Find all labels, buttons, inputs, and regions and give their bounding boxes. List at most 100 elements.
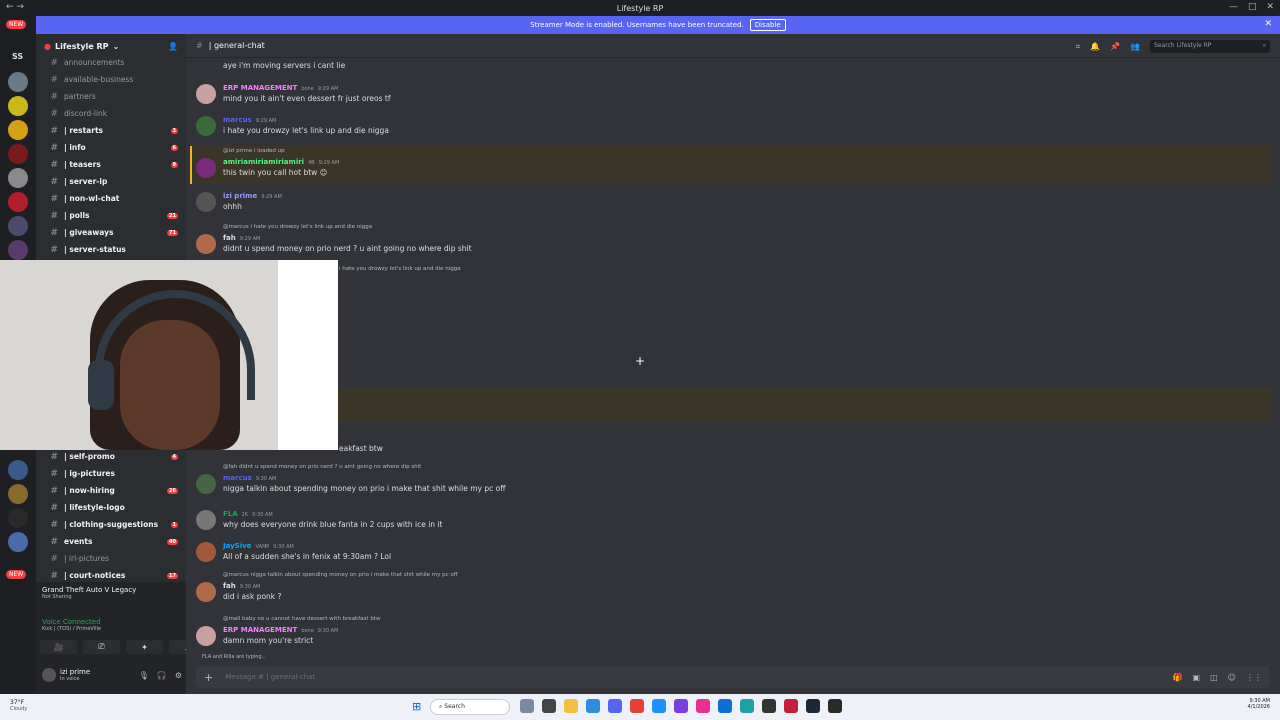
app-icon[interactable] (784, 699, 798, 713)
apps-icon[interactable]: ⋮⋮ (1246, 673, 1262, 682)
channel-item[interactable]: # | server-status (36, 241, 186, 258)
channel-item[interactable]: # | lifestyle-logo (36, 499, 186, 516)
steam-icon[interactable] (806, 699, 820, 713)
channel-item[interactable]: # announcements (36, 54, 186, 71)
channel-item[interactable]: # | ig-pictures (36, 465, 186, 482)
message-author[interactable]: izi prime 9:29 AM (223, 192, 282, 200)
channel-item[interactable]: # | giveaways 71 (36, 224, 186, 241)
screen-share-icon[interactable]: ⎚ (83, 640, 120, 654)
channel-item[interactable]: # | restarts 3 (36, 122, 186, 139)
chrome-icon[interactable] (630, 699, 644, 713)
channel-item[interactable]: # partners (36, 88, 186, 105)
server-icon[interactable] (8, 508, 28, 528)
app-icon[interactable] (652, 699, 666, 713)
reply-preview[interactable]: @marcus i hate you drowzy let's link up … (223, 224, 372, 230)
taskbar-search[interactable]: ⌕ Search (430, 699, 510, 715)
message-author[interactable]: amiriamiriamiriamiri 4B 9:29 AM (223, 158, 339, 166)
server-icon[interactable] (8, 460, 28, 480)
gear-icon[interactable]: ⚙ (175, 671, 182, 680)
channel-item[interactable]: # | clothing-suggestions 1 (36, 516, 186, 533)
avatar[interactable] (196, 84, 216, 104)
server-icon[interactable] (8, 532, 28, 552)
sticker-icon[interactable]: ◫ (1210, 673, 1218, 682)
avatar[interactable] (42, 668, 56, 682)
avatar[interactable] (196, 510, 216, 530)
server-icon[interactable] (8, 120, 28, 140)
avatar[interactable] (196, 116, 216, 136)
reply-preview[interactable]: @fah didnt u spend money on prio nerd ? … (223, 464, 421, 470)
avatar[interactable] (196, 626, 216, 646)
server-icon[interactable] (8, 96, 28, 116)
channel-item[interactable]: # | teasers 9 (36, 156, 186, 173)
back-forward-icon[interactable]: ← → (6, 2, 24, 12)
discord-icon[interactable] (608, 699, 622, 713)
pin-icon[interactable]: 📌 (1110, 42, 1120, 51)
app-icon[interactable] (740, 699, 754, 713)
gif-icon[interactable]: ▣ (1193, 673, 1201, 682)
avatar[interactable] (196, 192, 216, 212)
reply-preview[interactable]: @izi prime i loaded up (223, 148, 285, 154)
composer-placeholder[interactable]: Message # | general-chat (225, 673, 315, 681)
activities-icon[interactable]: ✦ (126, 640, 163, 654)
app-icon[interactable] (696, 699, 710, 713)
server-icon[interactable] (8, 192, 28, 212)
voice-connected-label[interactable]: Voice Connected (42, 618, 101, 626)
channel-item[interactable]: # | polls 21 (36, 207, 186, 224)
emoji-icon[interactable]: ☺ (1228, 673, 1236, 682)
avatar[interactable] (196, 158, 216, 178)
server-icon[interactable] (8, 484, 28, 504)
threads-icon[interactable]: ⌗ (1076, 42, 1081, 52)
avatar[interactable] (196, 474, 216, 494)
message-author[interactable]: fah 9:29 AM (223, 234, 260, 242)
windows-start-icon[interactable]: ⊞ (412, 700, 421, 713)
message-author[interactable]: marcus 9:29 AM (223, 116, 276, 124)
camera-icon[interactable]: 🎥 (40, 640, 77, 654)
edge-icon[interactable] (718, 699, 732, 713)
app-icon[interactable] (520, 699, 534, 713)
channel-item[interactable]: # events 40 (36, 533, 186, 550)
add-member-icon[interactable]: 👤 (168, 42, 178, 51)
avatar[interactable] (196, 234, 216, 254)
bell-icon[interactable]: 🔔 (1090, 42, 1100, 51)
app-icon[interactable] (762, 699, 776, 713)
message-author[interactable]: JaySive VAMP 9:30 AM (223, 542, 294, 550)
system-tray[interactable]: 9:30 AM 4/1/2026 (1248, 698, 1270, 710)
reply-preview[interactable]: @marcus nigga talkin about spending mone… (223, 572, 458, 578)
message-author[interactable]: marcus 9:30 AM (223, 474, 276, 482)
gift-icon[interactable]: 🎁 (1173, 673, 1183, 682)
maximize-icon[interactable]: □ (1248, 2, 1257, 12)
channel-item[interactable]: # | server-ip (36, 173, 186, 190)
avatar[interactable] (196, 582, 216, 602)
server-icon[interactable] (8, 216, 28, 236)
server-icon[interactable] (8, 72, 28, 92)
minimize-icon[interactable]: — (1229, 2, 1238, 12)
add-attachment-icon[interactable]: + (204, 671, 213, 684)
app-icon[interactable] (674, 699, 688, 713)
channel-item[interactable]: # | non-wl-chat (36, 190, 186, 207)
app-icon[interactable] (828, 699, 842, 713)
reply-preview[interactable]: @mall baby no u cannot have dessert with… (223, 616, 380, 622)
channel-item[interactable]: # | now-hiring 26 (36, 482, 186, 499)
app-icon[interactable] (542, 699, 556, 713)
search-input[interactable]: Search Lifestyle RP ⌕ (1150, 40, 1270, 53)
message-author[interactable]: FLA 2K 9:30 AM (223, 510, 273, 518)
mic-icon[interactable]: 🎙 (139, 671, 149, 680)
message-author[interactable]: fah 9:30 AM (223, 582, 260, 590)
app-icon[interactable] (586, 699, 600, 713)
server-icon-ss[interactable]: SS (12, 52, 23, 61)
message-author[interactable]: ERP MANAGEMENT bone 9:29 AM (223, 84, 338, 92)
server-icon[interactable] (8, 144, 28, 164)
channel-item[interactable]: # | info 6 (36, 139, 186, 156)
server-icon[interactable] (8, 168, 28, 188)
message-author[interactable]: ERP MANAGEMENT bone 9:30 AM (223, 626, 338, 634)
channel-item[interactable]: # | irl-pictures (36, 550, 186, 567)
channel-item[interactable]: # | self-promo 4 (36, 448, 186, 465)
headphones-icon[interactable]: 🎧 (157, 671, 167, 680)
avatar[interactable] (196, 542, 216, 562)
channel-item[interactable]: # discord-link (36, 105, 186, 122)
close-icon[interactable]: ✕ (1266, 2, 1274, 12)
close-banner-icon[interactable]: ✕ (1264, 19, 1272, 29)
disable-streamer-button[interactable]: Disable (749, 19, 786, 31)
message-composer[interactable]: + Message # | general-chat 🎁 ▣ ◫ ☺ ⋮⋮ (196, 666, 1270, 688)
folder-icon[interactable] (564, 699, 578, 713)
